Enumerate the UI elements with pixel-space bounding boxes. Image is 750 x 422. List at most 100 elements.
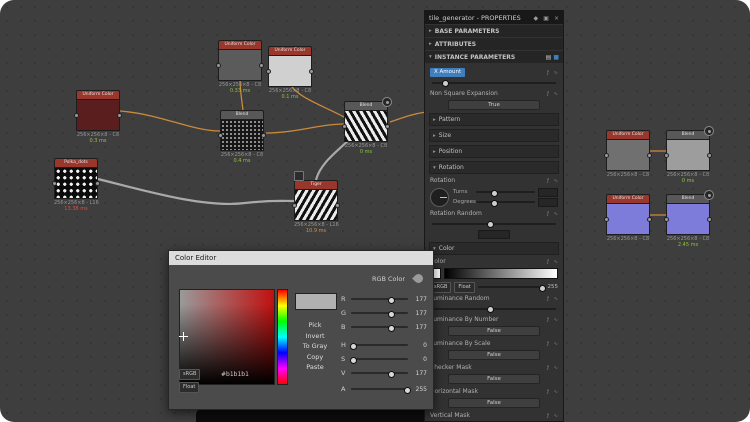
node-polka-dots[interactable]: Polka_dots 256×256×8 - L16 13.38 ms (54, 158, 98, 212)
curve-icon[interactable]: ∿ (554, 178, 558, 184)
node-graph-canvas[interactable]: Uniform Color 256×256×8 - C8 0.33 ms Uni… (0, 0, 750, 422)
luminance-by-scale-button[interactable]: False (448, 350, 540, 360)
horizontal-mask-button[interactable]: False (448, 398, 540, 408)
node-blend-normal[interactable]: Blend 256×256×8 - C8 2.45 ms (666, 194, 710, 248)
param-x-amount-tag[interactable]: X Amount (430, 68, 465, 77)
channel-value[interactable]: 177 (411, 324, 427, 331)
curve-icon[interactable]: ∿ (554, 259, 558, 265)
turns-value[interactable] (538, 188, 558, 197)
node-tiger[interactable]: Tiger 256×256×8 - L16 10.9 ms (294, 180, 338, 234)
turns-slider[interactable] (476, 188, 535, 196)
preset-icon[interactable]: ■ (553, 54, 559, 61)
green-slider[interactable] (351, 309, 408, 317)
wire[interactable] (390, 112, 426, 122)
saturation-slider[interactable] (351, 355, 408, 363)
curve-icon[interactable]: ∿ (554, 296, 558, 302)
section-label: INSTANCE PARAMETERS (435, 54, 515, 61)
rotation-random-value[interactable] (478, 230, 510, 239)
list-icon[interactable]: ▤ (546, 54, 552, 61)
alpha-slider[interactable] (351, 385, 408, 393)
function-icon[interactable]: ƒ (547, 70, 549, 76)
properties-title-bar[interactable]: tile_generator - PROPERTIES ◆ ▣ × (425, 11, 563, 24)
close-icon[interactable]: × (554, 15, 559, 22)
wire[interactable] (266, 124, 344, 133)
node-blend-3[interactable]: Blend 256×256×8 - C8 0 ms (666, 130, 710, 184)
function-icon[interactable]: ƒ (547, 317, 549, 323)
channel-value[interactable]: 177 (411, 296, 427, 303)
curve-icon[interactable]: ∿ (554, 341, 558, 347)
curve-icon[interactable]: ∿ (554, 389, 558, 395)
channel-value[interactable]: 0 (411, 342, 427, 349)
function-icon[interactable]: ƒ (547, 211, 549, 217)
degrees-slider[interactable] (476, 198, 535, 206)
group-pattern[interactable]: ▸ Pattern (429, 113, 559, 126)
red-slider[interactable] (351, 295, 408, 303)
rotation-random-slider[interactable] (432, 219, 556, 228)
node-uniform-color-3[interactable]: Uniform Color 256×256×8 - C8 0.3 ms (76, 90, 120, 144)
group-size[interactable]: ▸ Size (429, 129, 559, 142)
node-uniform-color-1[interactable]: Uniform Color 256×256×8 - C8 0.33 ms (218, 40, 262, 94)
output-toggle-icon[interactable] (704, 190, 714, 200)
function-icon[interactable]: ƒ (547, 296, 549, 302)
curve-icon[interactable]: ∿ (554, 70, 558, 76)
function-icon[interactable]: ƒ (547, 91, 549, 97)
curve-icon[interactable]: ∿ (554, 211, 558, 217)
non-square-expansion-button[interactable]: True (448, 100, 540, 110)
function-icon[interactable]: ƒ (547, 389, 549, 395)
invert-button[interactable]: Invert (305, 332, 324, 340)
function-icon[interactable]: ƒ (547, 413, 549, 419)
function-icon[interactable]: ƒ (547, 365, 549, 371)
function-icon[interactable]: ƒ (547, 178, 549, 184)
node-blend-2[interactable]: Blend 256×256×8 - C8 0 ms (344, 101, 388, 155)
node-flag-icon[interactable] (294, 171, 304, 181)
group-rotation[interactable]: ▾ Rotation (429, 161, 559, 174)
wire[interactable] (98, 179, 294, 204)
checker-mask-button[interactable]: False (448, 374, 540, 384)
node-uniform-color-normal[interactable]: Uniform Color 256×256×8 - C8 (606, 194, 650, 242)
section-base-parameters[interactable]: ▸ BASE PARAMETERS (425, 25, 563, 37)
channel-value[interactable]: 177 (411, 370, 427, 377)
section-instance-parameters[interactable]: ▾ INSTANCE PARAMETERS ▤ ■ (425, 51, 563, 63)
wire[interactable] (120, 111, 220, 131)
channel-value[interactable]: 177 (411, 310, 427, 317)
group-color[interactable]: ▾ Color (429, 242, 559, 255)
copy-button[interactable]: Copy (307, 353, 324, 361)
dock-icon[interactable]: ▣ (543, 15, 549, 22)
pick-button[interactable]: Pick (309, 321, 322, 329)
pin-icon[interactable]: ◆ (534, 15, 539, 22)
hue-slider[interactable] (351, 341, 408, 349)
curve-icon[interactable]: ∿ (554, 317, 558, 323)
alpha-value[interactable]: 255 (548, 284, 559, 290)
degrees-value[interactable] (538, 198, 558, 207)
float-button[interactable]: Float (179, 382, 199, 393)
curve-icon[interactable]: ∿ (554, 365, 558, 371)
x-amount-slider[interactable] (432, 78, 556, 87)
float-button[interactable]: Float (454, 282, 474, 293)
value-slider[interactable] (351, 369, 408, 377)
section-attributes[interactable]: ▸ ATTRIBUTES (425, 38, 563, 50)
hex-value-field[interactable]: #b1b1b1 (221, 371, 249, 378)
to-gray-button[interactable]: To Gray (303, 342, 327, 350)
color-mode-icon[interactable] (412, 272, 425, 285)
function-icon[interactable]: ƒ (547, 259, 549, 265)
color-gradient-bar[interactable] (444, 268, 558, 279)
group-position[interactable]: ▸ Position (429, 145, 559, 158)
channel-value[interactable]: 0 (411, 356, 427, 363)
rotation-dial[interactable] (430, 188, 449, 207)
srgb-button[interactable]: sRGB (179, 369, 200, 380)
paste-button[interactable]: Paste (306, 363, 324, 371)
output-toggle-icon[interactable] (382, 97, 392, 107)
node-uniform-color-2[interactable]: Uniform Color 256×256×8 - C8 0.1 ms (268, 46, 312, 100)
output-toggle-icon[interactable] (704, 126, 714, 136)
node-blend-1[interactable]: Blend 256×256×8 - C8 0.4 ms (220, 110, 264, 164)
blue-slider[interactable] (351, 323, 408, 331)
node-uniform-color-4[interactable]: Uniform Color 256×256×8 - C8 (606, 130, 650, 178)
luminance-by-number-button[interactable]: False (448, 326, 540, 336)
alpha-slider[interactable] (478, 283, 545, 291)
curve-icon[interactable]: ∿ (554, 413, 558, 419)
curve-icon[interactable]: ∿ (554, 91, 558, 97)
channel-value[interactable]: 255 (411, 386, 427, 393)
color-editor-title-bar[interactable]: Color Editor (169, 251, 433, 265)
function-icon[interactable]: ƒ (547, 341, 549, 347)
luminance-random-slider[interactable] (432, 304, 556, 313)
